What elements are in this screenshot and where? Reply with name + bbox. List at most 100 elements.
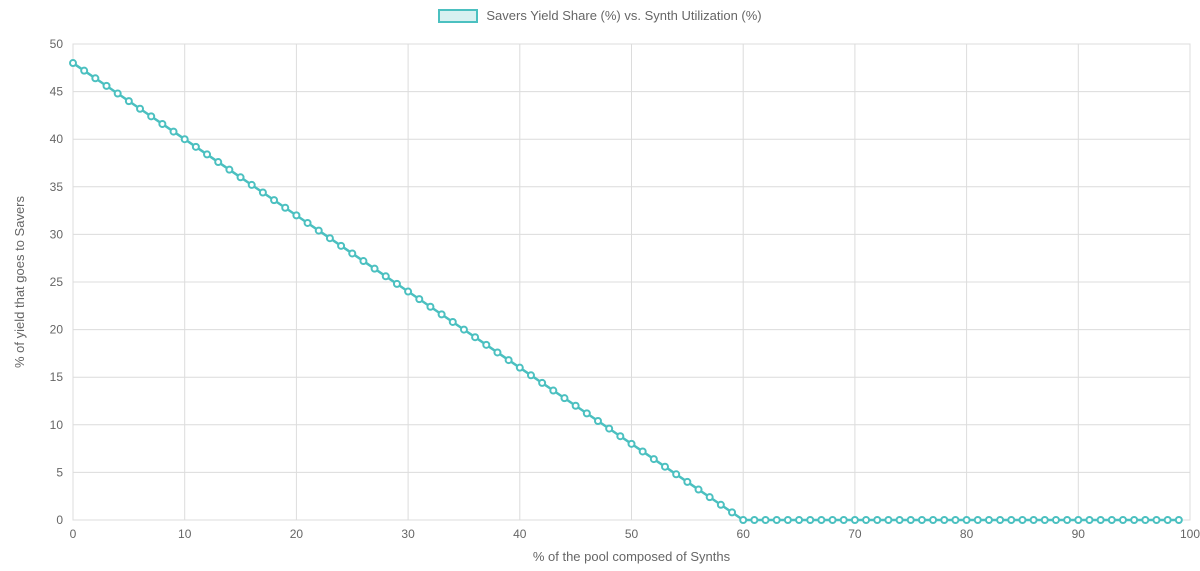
data-point (1053, 517, 1059, 523)
legend-swatch (438, 9, 478, 23)
data-point (885, 517, 891, 523)
data-point (461, 327, 467, 333)
data-point (617, 433, 623, 439)
data-point (785, 517, 791, 523)
data-point (707, 494, 713, 500)
data-point (863, 517, 869, 523)
x-tick-label: 40 (513, 527, 527, 541)
data-point (561, 395, 567, 401)
data-point (751, 517, 757, 523)
data-point (539, 380, 545, 386)
data-point (1075, 517, 1081, 523)
data-point (606, 426, 612, 432)
data-point (740, 517, 746, 523)
data-point (81, 68, 87, 74)
data-point (327, 235, 333, 241)
series-line (73, 63, 1179, 520)
data-point (316, 228, 322, 234)
data-point (148, 113, 154, 119)
data-point (383, 273, 389, 279)
y-tick-label: 15 (50, 370, 64, 384)
data-point (1120, 517, 1126, 523)
data-point (249, 182, 255, 188)
data-point (662, 464, 668, 470)
data-point (975, 517, 981, 523)
data-point (483, 342, 489, 348)
data-point (238, 174, 244, 180)
data-point (629, 441, 635, 447)
data-point (763, 517, 769, 523)
data-point (427, 304, 433, 310)
data-point (696, 487, 702, 493)
x-tick-label: 0 (70, 527, 77, 541)
data-point (919, 517, 925, 523)
data-point (941, 517, 947, 523)
data-point (997, 517, 1003, 523)
data-point (651, 456, 657, 462)
x-tick-label: 60 (737, 527, 751, 541)
data-point (126, 98, 132, 104)
data-point (1008, 517, 1014, 523)
data-point (1165, 517, 1171, 523)
data-point (1064, 517, 1070, 523)
data-point (271, 197, 277, 203)
data-point (182, 136, 188, 142)
x-tick-label: 70 (848, 527, 862, 541)
data-point (986, 517, 992, 523)
data-point (718, 502, 724, 508)
data-point (517, 365, 523, 371)
data-point (305, 220, 311, 226)
data-point (193, 144, 199, 150)
data-point (506, 357, 512, 363)
data-point (796, 517, 802, 523)
data-point (640, 448, 646, 454)
data-point (818, 517, 824, 523)
data-point (964, 517, 970, 523)
y-tick-label: 25 (50, 275, 64, 289)
x-tick-label: 20 (290, 527, 304, 541)
data-point (729, 509, 735, 515)
data-point (908, 517, 914, 523)
data-point (1109, 517, 1115, 523)
data-point (405, 289, 411, 295)
data-point (104, 83, 110, 89)
data-point (852, 517, 858, 523)
data-point (450, 319, 456, 325)
data-point (1153, 517, 1159, 523)
data-point (215, 159, 221, 165)
y-tick-label: 20 (50, 323, 64, 337)
data-point (528, 372, 534, 378)
data-point (550, 388, 556, 394)
data-point (874, 517, 880, 523)
data-point (171, 129, 177, 135)
x-tick-label: 50 (625, 527, 639, 541)
x-axis-title: % of the pool composed of Synths (533, 549, 731, 564)
data-point (930, 517, 936, 523)
data-point (494, 349, 500, 355)
y-tick-label: 45 (50, 85, 64, 99)
data-point (584, 410, 590, 416)
data-point (774, 517, 780, 523)
data-point (1176, 517, 1182, 523)
y-tick-label: 5 (56, 465, 63, 479)
data-point (684, 479, 690, 485)
y-tick-label: 50 (50, 37, 64, 51)
y-tick-label: 0 (56, 513, 63, 527)
legend-label: Savers Yield Share (%) vs. Synth Utiliza… (486, 8, 761, 23)
chart-container: Savers Yield Share (%) vs. Synth Utiliza… (0, 0, 1200, 571)
chart-legend: Savers Yield Share (%) vs. Synth Utiliza… (0, 8, 1200, 26)
line-chart: 0102030405060708090100051015202530354045… (0, 0, 1200, 571)
data-point (137, 106, 143, 112)
y-tick-label: 30 (50, 227, 64, 241)
data-point (282, 205, 288, 211)
x-tick-label: 80 (960, 527, 974, 541)
data-point (1042, 517, 1048, 523)
data-point (952, 517, 958, 523)
data-point (92, 75, 98, 81)
data-point (204, 151, 210, 157)
data-point (1031, 517, 1037, 523)
data-point (159, 121, 165, 127)
data-point (338, 243, 344, 249)
y-tick-label: 35 (50, 180, 64, 194)
data-point (70, 60, 76, 66)
